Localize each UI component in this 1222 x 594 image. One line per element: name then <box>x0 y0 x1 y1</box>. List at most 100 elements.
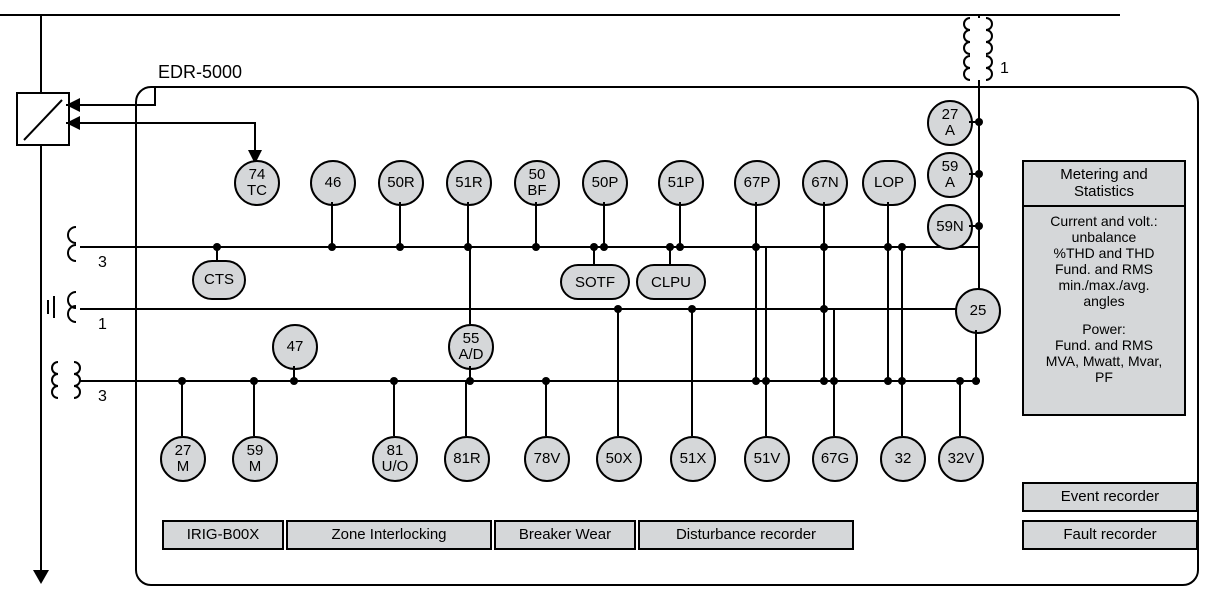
fn-clpu: CLPU <box>636 264 706 300</box>
stem-59m <box>253 380 255 436</box>
fn-32: 32 <box>880 436 926 482</box>
arrow-down-icon <box>33 570 49 584</box>
stem-32v <box>959 380 961 436</box>
stem-78v <box>545 380 547 436</box>
dot <box>972 377 980 385</box>
fn-67g: 67G <box>812 436 858 482</box>
dot <box>542 377 550 385</box>
bus-voltage <box>80 380 980 382</box>
dot <box>532 243 540 251</box>
dot <box>830 377 838 385</box>
ct-icon <box>50 225 80 265</box>
dot <box>290 377 298 385</box>
ct-gnd-icon <box>46 290 82 326</box>
stem-67n <box>823 202 825 380</box>
stem-55-up <box>469 246 471 324</box>
panel-body2: Power: Fund. and RMS MVA, Mwatt, Mvar, P… <box>1042 315 1166 391</box>
dot <box>466 377 474 385</box>
btn-irig: IRIG-B00X <box>162 520 284 550</box>
fn-81r: 81R <box>444 436 490 482</box>
stem-81r <box>465 380 467 436</box>
breaker-icon <box>18 94 68 144</box>
pt-stub <box>978 14 980 18</box>
dot <box>956 377 964 385</box>
stem-67g <box>833 308 835 436</box>
stem-32 <box>901 246 903 436</box>
fn-59n: 59N <box>927 204 973 250</box>
fn-78v: 78V <box>524 436 570 482</box>
stem-25-down <box>975 330 977 380</box>
fn-81uo: 81 U/O <box>372 436 418 482</box>
dot <box>666 243 674 251</box>
fn-74tc: 74 TC <box>234 160 280 206</box>
fn-27a: 27 A <box>927 100 973 146</box>
fn-47: 47 <box>272 324 318 370</box>
stem-67p <box>755 202 757 380</box>
stem-50x <box>617 308 619 436</box>
fn-67p: 67P <box>734 160 780 206</box>
top-bus <box>0 14 1120 16</box>
btn-fault-recorder: Fault recorder <box>1022 520 1198 550</box>
stem-27m <box>181 380 183 436</box>
stem-50p <box>603 202 605 246</box>
dot <box>328 243 336 251</box>
dot <box>752 243 760 251</box>
panel-head: Metering and Statistics <box>1022 162 1186 207</box>
fn-51x: 51X <box>670 436 716 482</box>
dot <box>752 377 760 385</box>
btn-event-recorder: Event recorder <box>1022 482 1198 512</box>
btn-breaker-wear: Breaker Wear <box>494 520 636 550</box>
breaker-symbol <box>16 92 70 146</box>
fn-50bf: 50 BF <box>514 160 560 206</box>
arrow-left-icon <box>66 116 80 130</box>
stem-51v <box>765 246 767 436</box>
fn-50r: 50R <box>378 160 424 206</box>
stem-51p <box>679 202 681 246</box>
bus-current-2 <box>80 308 980 310</box>
fn-59a: 59 A <box>927 152 973 198</box>
arrow-left-icon <box>66 98 80 112</box>
fn-25: 25 <box>955 288 1001 334</box>
dot <box>250 377 258 385</box>
dot <box>688 305 696 313</box>
dot <box>213 243 221 251</box>
fn-46: 46 <box>310 160 356 206</box>
stem-lop <box>887 202 889 380</box>
stem-81uo <box>393 380 395 436</box>
stem-51x <box>691 308 693 436</box>
dot <box>975 118 983 126</box>
panel-body1: Current and volt.: unbalance %THD and TH… <box>1046 207 1161 316</box>
fn-50x: 50X <box>596 436 642 482</box>
fn-67n: 67N <box>802 160 848 206</box>
dot <box>975 170 983 178</box>
dot <box>676 243 684 251</box>
dot <box>614 305 622 313</box>
dot <box>884 377 892 385</box>
dot <box>396 243 404 251</box>
dot <box>820 305 828 313</box>
fn-55ad: 55 A/D <box>448 324 494 370</box>
fn-32v: 32V <box>938 436 984 482</box>
device-title: EDR-5000 <box>158 62 242 83</box>
stem-50r <box>399 202 401 246</box>
fn-51p: 51P <box>658 160 704 206</box>
dot <box>390 377 398 385</box>
btn-zone-interlocking: Zone Interlocking <box>286 520 492 550</box>
dot <box>898 243 906 251</box>
ct1-count: 3 <box>98 254 107 272</box>
vt-count: 3 <box>98 388 107 406</box>
fn-50p: 50P <box>582 160 628 206</box>
fn-51r: 51R <box>446 160 492 206</box>
stem-51r <box>467 202 469 246</box>
dot <box>178 377 186 385</box>
fn-51v: 51V <box>744 436 790 482</box>
transformer-icon <box>958 16 998 86</box>
dot <box>820 243 828 251</box>
ct2-count: 1 <box>98 316 107 334</box>
fn-cts: CTS <box>192 260 246 300</box>
btn-disturbance-recorder: Disturbance recorder <box>638 520 854 550</box>
diagram-canvas: EDR-5000 1 3 1 3 74 TC 46 50R <box>0 0 1222 594</box>
vt-icon <box>44 360 84 400</box>
dot <box>600 243 608 251</box>
fn-27m: 27 M <box>160 436 206 482</box>
